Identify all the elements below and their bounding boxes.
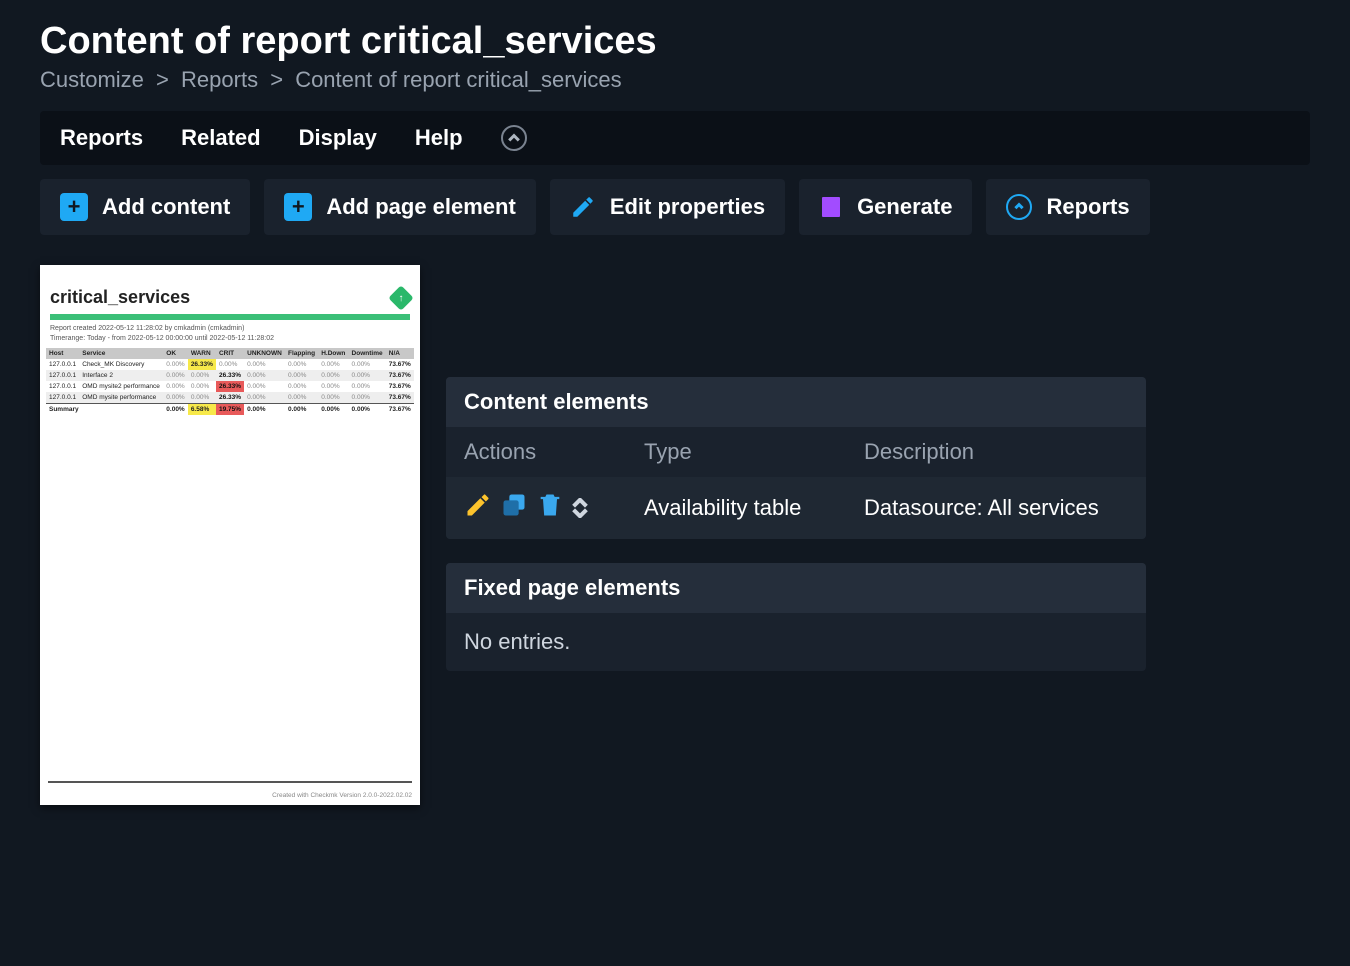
- preview-meta: Report created 2022-05-12 11:28:02 by cm…: [46, 324, 414, 334]
- preview-divider: [50, 314, 410, 320]
- menu-display[interactable]: Display: [299, 125, 377, 151]
- button-label: Edit properties: [610, 194, 765, 220]
- edit-icon[interactable]: [464, 491, 492, 525]
- preview-meta: Timerange: Today - from 2022-05-12 00:00…: [46, 334, 414, 344]
- button-label: Add content: [102, 194, 230, 220]
- button-label: Generate: [857, 194, 952, 220]
- preview-table: HostServiceOKWARNCRITUNKNOWNFlappingH.Do…: [46, 348, 414, 415]
- content-elements-panel: Content elements Actions Type Descriptio…: [446, 377, 1146, 539]
- up-arrow-circle-icon: [1006, 194, 1032, 220]
- menu-reports[interactable]: Reports: [60, 125, 143, 151]
- menu-related[interactable]: Related: [181, 125, 260, 151]
- breadcrumb-item[interactable]: Reports: [181, 67, 258, 92]
- plus-icon: +: [60, 193, 88, 221]
- delete-icon[interactable]: [536, 491, 564, 525]
- menu-help[interactable]: Help: [415, 125, 463, 151]
- generate-button[interactable]: Generate: [799, 179, 972, 235]
- breadcrumb-item: Content of report critical_services: [295, 67, 621, 92]
- preview-title: critical_services: [50, 287, 190, 308]
- checkmk-logo-icon: [388, 285, 413, 310]
- content-type: Availability table: [644, 495, 864, 521]
- content-desc: Datasource: All services: [864, 495, 1128, 521]
- plus-icon: +: [284, 193, 312, 221]
- collapse-toggle[interactable]: [501, 125, 527, 151]
- toolbar: + Add content + Add page element Edit pr…: [40, 179, 1310, 235]
- col-header: Type: [644, 439, 864, 465]
- menubar: Reports Related Display Help: [40, 111, 1310, 165]
- add-page-element-button[interactable]: + Add page element: [264, 179, 535, 235]
- fixed-page-elements-panel: Fixed page elements No entries.: [446, 563, 1146, 671]
- panel-column-headers: Actions Type Description: [446, 427, 1146, 477]
- content-element-row: Availability table Datasource: All servi…: [446, 477, 1146, 539]
- report-icon: [819, 195, 843, 219]
- preview-footer: Created with Checkmk Version 2.0.0-2022.…: [272, 792, 412, 799]
- col-header: Actions: [464, 439, 644, 465]
- breadcrumb-item[interactable]: Customize: [40, 67, 144, 92]
- col-header: Description: [864, 439, 1128, 465]
- panel-header: Fixed page elements: [446, 563, 1146, 613]
- page-title: Content of report critical_services: [40, 20, 1310, 63]
- panel-header: Content elements: [446, 377, 1146, 427]
- breadcrumb: Customize > Reports > Content of report …: [40, 67, 1310, 93]
- button-label: Reports: [1046, 194, 1129, 220]
- report-preview: critical_services Report created 2022-05…: [40, 265, 420, 805]
- pencil-icon: [570, 194, 596, 220]
- reports-button[interactable]: Reports: [986, 179, 1149, 235]
- empty-message: No entries.: [446, 613, 1146, 671]
- chevron-up-icon: [508, 132, 520, 144]
- edit-properties-button[interactable]: Edit properties: [550, 179, 785, 235]
- clone-icon[interactable]: [500, 491, 528, 525]
- add-content-button[interactable]: + Add content: [40, 179, 250, 235]
- reorder-icon[interactable]: [572, 498, 588, 518]
- button-label: Add page element: [326, 194, 515, 220]
